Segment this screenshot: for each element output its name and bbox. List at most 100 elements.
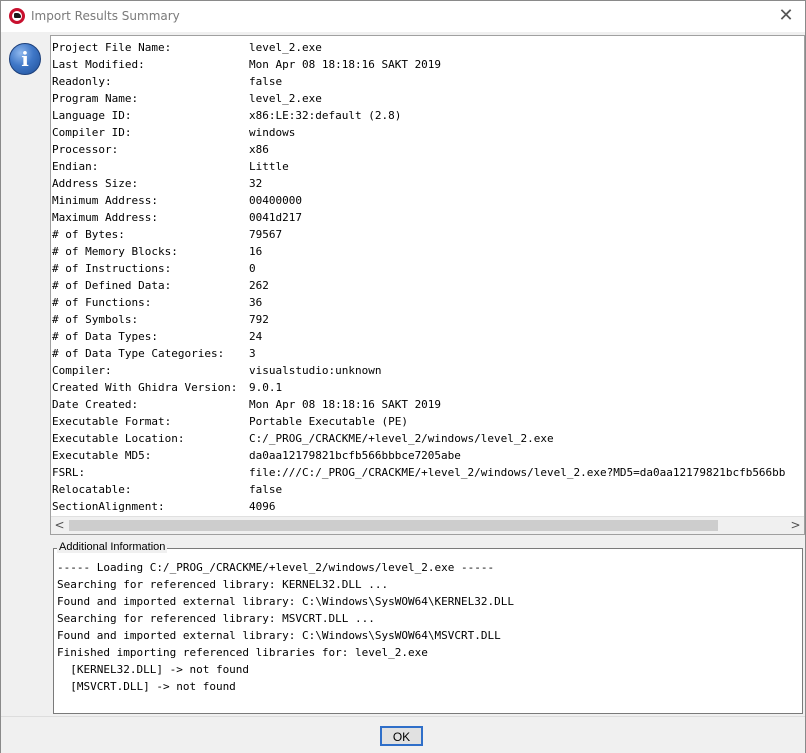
property-row: Language ID: x86:LE:32:default (2.8) [52, 107, 803, 124]
property-row: # of Instructions: 0 [52, 260, 803, 277]
property-key: SectionAlignment: [52, 500, 165, 513]
dialog-content: i Project File Name: level_2.exe Last Modi… [1, 32, 805, 716]
property-key: # of Data Type Categories: [52, 347, 225, 360]
log-line: Searching for referenced library: KERNEL… [57, 578, 389, 591]
property-key: # of Defined Data: [52, 279, 172, 292]
property-row: Created With Ghidra Version: 9.0.1 [52, 379, 803, 396]
property-value: 0041d217 [249, 211, 302, 224]
information-icon: i [9, 43, 41, 75]
property-key: Date Created: [52, 398, 139, 411]
program-properties-panel[interactable]: Project File Name: level_2.exe Last Modifi… [50, 35, 805, 535]
dialog-footer: OK [1, 716, 805, 753]
property-value: Portable Executable (PE) [249, 415, 408, 428]
property-row: # of Memory Blocks: 16 [52, 243, 803, 260]
property-value: 0 [249, 262, 256, 275]
scroll-right-arrow-icon[interactable]: > [787, 517, 804, 534]
additional-information-box: Additional Information ----- Loading C:/… [53, 541, 803, 714]
property-value: 32 [249, 177, 263, 190]
property-key: Processor: [52, 143, 119, 156]
ghidra-dragon-icon [9, 8, 25, 24]
property-value: file:///C:/_PROG_/CRACKME/+level_2/windo… [249, 466, 786, 479]
properties-list[interactable]: Project File Name: level_2.exe Last Modifi… [52, 39, 803, 514]
horizontal-scrollbar[interactable]: < > [51, 516, 804, 534]
property-value: Mon Apr 08 18:18:16 SAKT 2019 [249, 398, 442, 411]
property-value: 24 [249, 330, 263, 343]
property-row: FSRL: file:///C:/_PROG_/CRACKME/+level_2/… [52, 464, 803, 481]
property-key: Maximum Address: [52, 211, 158, 224]
property-value: visualstudio:unknown [249, 364, 382, 377]
property-row: Relocatable: false [52, 481, 803, 498]
property-row: Readonly: false [52, 73, 803, 90]
window-title: Import Results Summary [31, 9, 180, 23]
property-value: x86 [249, 143, 269, 156]
property-key: Endian: [52, 160, 99, 173]
property-key: Last Modified: [52, 58, 145, 71]
property-row: SectionAlignment: 4096 [52, 498, 803, 514]
property-key: # of Functions: [52, 296, 152, 309]
property-value: da0aa12179821bcfb566bbbce7205abe [249, 449, 461, 462]
property-value: C:/_PROG_/CRACKME/+level_2/windows/level… [249, 432, 554, 445]
property-key: Minimum Address: [52, 194, 158, 207]
property-key: Executable Format: [52, 415, 172, 428]
ok-button[interactable]: OK [380, 726, 423, 746]
log-line: Found and imported external library: C:\… [57, 595, 514, 608]
property-value: 79567 [249, 228, 283, 241]
property-key: Created With Ghidra Version: [52, 381, 238, 394]
property-key: # of Data Types: [52, 330, 158, 343]
property-row: # of Defined Data: 262 [52, 277, 803, 294]
import-results-dialog: Import Results Summary ✕ i Project File … [0, 0, 806, 753]
property-row: # of Data Types: 24 [52, 328, 803, 345]
property-key: # of Bytes: [52, 228, 125, 241]
property-row: Project File Name: level_2.exe [52, 39, 803, 56]
property-key: Relocatable: [52, 483, 132, 496]
scroll-left-arrow-icon[interactable]: < [51, 517, 68, 534]
property-value: Little [249, 160, 289, 173]
property-value: 4096 [249, 500, 276, 513]
log-line: Searching for referenced library: MSVCRT… [57, 612, 375, 625]
property-value: 36 [249, 296, 263, 309]
scroll-thumb[interactable] [69, 520, 718, 531]
property-key: Project File Name: [52, 41, 172, 54]
property-key: Compiler: [52, 364, 112, 377]
property-row: Date Created: Mon Apr 08 18:18:16 SAKT 20… [52, 396, 803, 413]
property-value: 9.0.1 [249, 381, 283, 394]
property-row: Address Size: 32 [52, 175, 803, 192]
import-log[interactable]: ----- Loading C:/_PROG_/CRACKME/+level_2… [57, 559, 797, 695]
property-key: Executable MD5: [52, 449, 152, 462]
property-value: level_2.exe [249, 92, 322, 105]
property-row: Processor: x86 [52, 141, 803, 158]
property-row: Minimum Address: 00400000 [52, 192, 803, 209]
property-key: # of Instructions: [52, 262, 172, 275]
property-value: false [249, 483, 283, 496]
property-row: # of Bytes: 79567 [52, 226, 803, 243]
property-row: Compiler ID: windows [52, 124, 803, 141]
property-row: # of Symbols: 792 [52, 311, 803, 328]
property-key: # of Symbols: [52, 313, 139, 326]
property-row: Executable Location: C:/_PROG_/CRACKME/+l… [52, 430, 803, 447]
property-row: Endian: Little [52, 158, 803, 175]
property-value: windows [249, 126, 296, 139]
additional-information-legend: Additional Information [57, 541, 168, 553]
property-value: level_2.exe [249, 41, 322, 54]
property-row: Executable MD5: da0aa12179821bcfb566bbbce… [52, 447, 803, 464]
property-key: Language ID: [52, 109, 132, 122]
property-key: # of Memory Blocks: [52, 245, 178, 258]
property-value: x86:LE:32:default (2.8) [249, 109, 402, 122]
property-row: # of Functions: 36 [52, 294, 803, 311]
property-key: Executable Location: [52, 432, 185, 445]
log-line: [MSVCRT.DLL] -> not found [57, 680, 236, 693]
property-value: 00400000 [249, 194, 302, 207]
property-row: Maximum Address: 0041d217 [52, 209, 803, 226]
property-key: FSRL: [52, 466, 86, 479]
property-row: Program Name: level_2.exe [52, 90, 803, 107]
property-key: Readonly: [52, 75, 112, 88]
close-button[interactable]: ✕ [775, 5, 797, 27]
property-key: Address Size: [52, 177, 139, 190]
property-value: 16 [249, 245, 263, 258]
log-line: [KERNEL32.DLL] -> not found [57, 663, 250, 676]
title-bar[interactable]: Import Results Summary ✕ [1, 1, 805, 32]
property-row: Last Modified: Mon Apr 08 18:18:16 SAKT 2… [52, 56, 803, 73]
property-key: Program Name: [52, 92, 139, 105]
property-value: 792 [249, 313, 269, 326]
property-row: Executable Format: Portable Executable (P… [52, 413, 803, 430]
